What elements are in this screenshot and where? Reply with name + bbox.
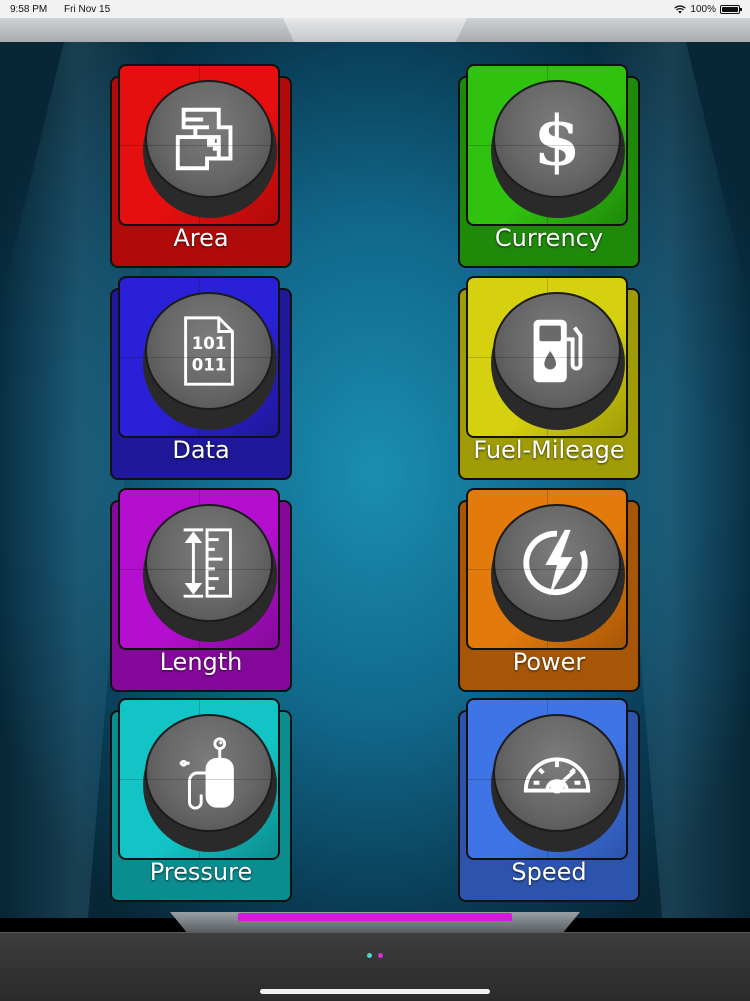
page-dot-1[interactable] <box>367 953 372 958</box>
tile-area[interactable]: Area <box>108 64 292 268</box>
length-button[interactable] <box>145 504 273 622</box>
top-bar-highlight <box>283 18 467 42</box>
bottom-bar <box>0 932 750 1001</box>
dollar-icon: $ <box>533 101 581 178</box>
status-left: 9:58 PM Fri Nov 15 <box>10 4 124 15</box>
battery-fill <box>722 6 738 12</box>
tile-pressure[interactable]: Pressure <box>108 698 292 902</box>
pedestal-glow <box>238 913 512 921</box>
tile-currency[interactable]: $ Currency <box>456 64 640 268</box>
home-indicator[interactable] <box>260 989 490 994</box>
tile-label: Fuel-Mileage <box>473 436 625 464</box>
lightning-icon <box>523 529 588 597</box>
tile-label: Power <box>512 648 586 676</box>
tile-data[interactable]: 101 011 Data <box>108 276 292 480</box>
pressure-button[interactable] <box>145 714 273 832</box>
tile-face <box>466 488 628 650</box>
svg-text:$: $ <box>533 101 581 178</box>
tile-label: Pressure <box>149 858 253 886</box>
speedometer-icon <box>523 757 591 794</box>
status-time: 9:58 PM <box>10 3 48 15</box>
page-indicator[interactable] <box>0 953 750 958</box>
data-button[interactable]: 101 011 <box>145 292 273 410</box>
gas-tank-icon <box>179 737 234 810</box>
floor-plan-icon <box>175 107 233 171</box>
tile-speed[interactable]: Speed <box>456 698 640 902</box>
tile-label: Length <box>159 648 243 676</box>
svg-text:101: 101 <box>192 334 227 353</box>
tile-face <box>466 698 628 860</box>
top-bar <box>0 18 750 43</box>
svg-text:011: 011 <box>192 356 227 375</box>
tile-face: 101 011 <box>118 276 280 438</box>
fuel-pump-icon <box>533 319 583 383</box>
tile-face <box>466 276 628 438</box>
ruler-icon <box>183 528 232 598</box>
status-right: 100% <box>674 3 742 15</box>
tile-label: Speed <box>511 858 587 886</box>
status-date: Fri Nov 15 <box>64 3 111 15</box>
binary-file-icon: 101 011 <box>184 316 234 386</box>
area-button[interactable] <box>145 80 273 198</box>
status-bar: 9:58 PM Fri Nov 15 100% <box>0 0 750 18</box>
tile-label: Data <box>172 436 230 464</box>
speed-button[interactable] <box>493 714 621 832</box>
battery-percent: 100% <box>690 3 716 15</box>
tile-face: $ <box>466 64 628 226</box>
battery-icon <box>720 4 742 14</box>
power-button[interactable] <box>493 504 621 622</box>
wifi-icon <box>674 4 687 13</box>
fuel-mileage-button[interactable] <box>493 292 621 410</box>
tile-face <box>118 698 280 860</box>
tile-length[interactable]: Length <box>108 488 292 692</box>
tile-face <box>118 488 280 650</box>
tile-face <box>118 64 280 226</box>
currency-button[interactable]: $ <box>493 80 621 198</box>
tile-label: Currency <box>494 224 604 252</box>
tile-label: Area <box>173 224 229 252</box>
main-area: Area $ Currency 101 011 Data Fuel-Mileag… <box>0 42 750 918</box>
page-dot-2[interactable] <box>378 953 383 958</box>
tile-power[interactable]: Power <box>456 488 640 692</box>
tile-fuel-mileage[interactable]: Fuel-Mileage <box>456 276 640 480</box>
